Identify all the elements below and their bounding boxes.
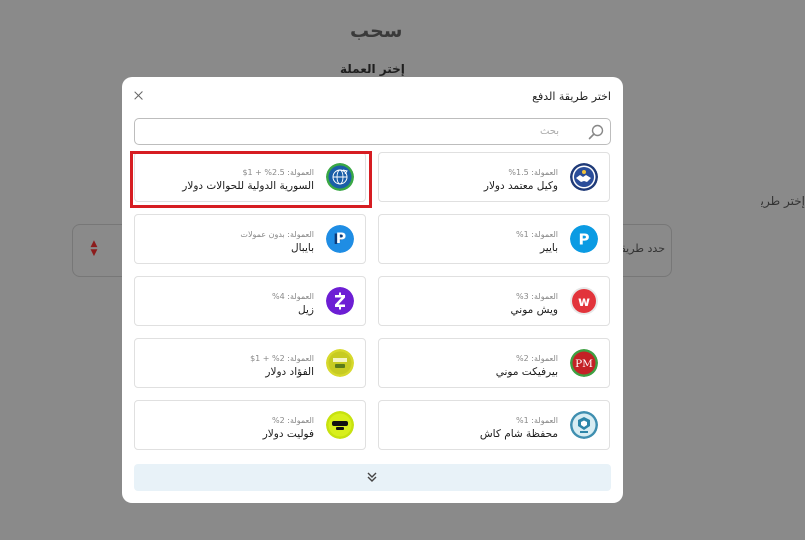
method-card-wish-money[interactable]: w العمولة: 3% ويش موني: [378, 276, 610, 326]
close-icon[interactable]: [133, 90, 145, 102]
method-name: فوليت دولار: [262, 428, 314, 440]
alfouad-usd-icon: [326, 349, 354, 377]
svg-text:PM: PM: [575, 358, 593, 370]
method-name: ويش موني: [510, 304, 558, 316]
wish-money-icon: w: [570, 287, 598, 315]
method-card-payeer[interactable]: P العمولة: 1% بايير: [378, 214, 610, 264]
method-fee: العمولة: 1%: [516, 230, 558, 239]
method-name: بايبال: [290, 242, 314, 254]
method-card-alfouad[interactable]: العمولة: 2% + 1$ الفؤاد دولار: [134, 338, 366, 388]
currency-label: إختر العملة: [340, 62, 405, 76]
method-card-perfect-money[interactable]: PM العمولة: 2% بيرفيكت موني: [378, 338, 610, 388]
globe-transfer-icon: [326, 163, 354, 191]
show-more-button[interactable]: [134, 464, 611, 491]
search-icon: [588, 124, 604, 140]
method-card-agent[interactable]: العمولة: 1.5% وكيل معتمد دولار: [378, 152, 610, 202]
method-name: السورية الدولية للحوالات دولار: [182, 180, 314, 192]
method-fee: العمولة: 1.5%: [508, 168, 558, 177]
search-input[interactable]: [139, 121, 559, 142]
method-fee: العمولة: 2%: [272, 416, 314, 425]
method-fee: العمولة: 2%: [516, 354, 558, 363]
search-box: [134, 118, 611, 145]
method-name: بايير: [539, 242, 558, 254]
paypal-icon: P P: [326, 225, 354, 253]
svg-text:w: w: [578, 295, 590, 310]
method-name: زيل: [298, 304, 314, 316]
method-fee: العمولة: 1%: [516, 416, 558, 425]
svg-text:P: P: [579, 231, 590, 249]
double-chevron-down-icon: [367, 472, 377, 482]
method-fee: العمولة: 2% + 1$: [250, 354, 314, 363]
method-name: الفؤاد دولار: [265, 366, 314, 378]
method-card-syrian-international[interactable]: العمولة: 2.5% + 1$ السورية الدولية للحوا…: [134, 152, 366, 202]
method-card-volet[interactable]: العمولة: 2% فوليت دولار: [134, 400, 366, 450]
method-card-sham-cash[interactable]: العمولة: 1% محفظة شام كاش: [378, 400, 610, 450]
agent-handshake-icon: [570, 163, 598, 191]
method-card-zelle[interactable]: العمولة: 4% زيل: [134, 276, 366, 326]
method-card-paypal[interactable]: P P العمولة: بدون عمولات بايبال: [134, 214, 366, 264]
sham-cash-icon: [570, 411, 598, 439]
svg-text:P: P: [336, 231, 346, 247]
method-label: إختر طريقة: [761, 194, 805, 208]
method-fee: العمولة: 2.5% + 1$: [242, 168, 314, 177]
method-name: بيرفيكت موني: [495, 366, 558, 378]
method-name: وكيل معتمد دولار: [483, 180, 558, 192]
page-title: سحب: [350, 20, 403, 42]
perfect-money-icon: PM: [570, 349, 598, 377]
volet-usd-icon: [326, 411, 354, 439]
method-fee: العمولة: 4%: [272, 292, 314, 301]
method-fee: العمولة: 3%: [516, 292, 558, 301]
select-arrows-icon: ▲ ▼: [90, 239, 98, 258]
modal-title: اختر طريقة الدفع: [532, 90, 611, 103]
payeer-icon: P: [570, 225, 598, 253]
zelle-icon: [326, 287, 354, 315]
select-placeholder: حدد طريقة: [619, 242, 665, 255]
payment-method-modal: اختر طريقة الدفع العمولة: 1.5% وكيل معتم…: [122, 77, 623, 503]
method-name: محفظة شام كاش: [479, 428, 558, 440]
method-fee: العمولة: بدون عمولات: [240, 230, 314, 239]
